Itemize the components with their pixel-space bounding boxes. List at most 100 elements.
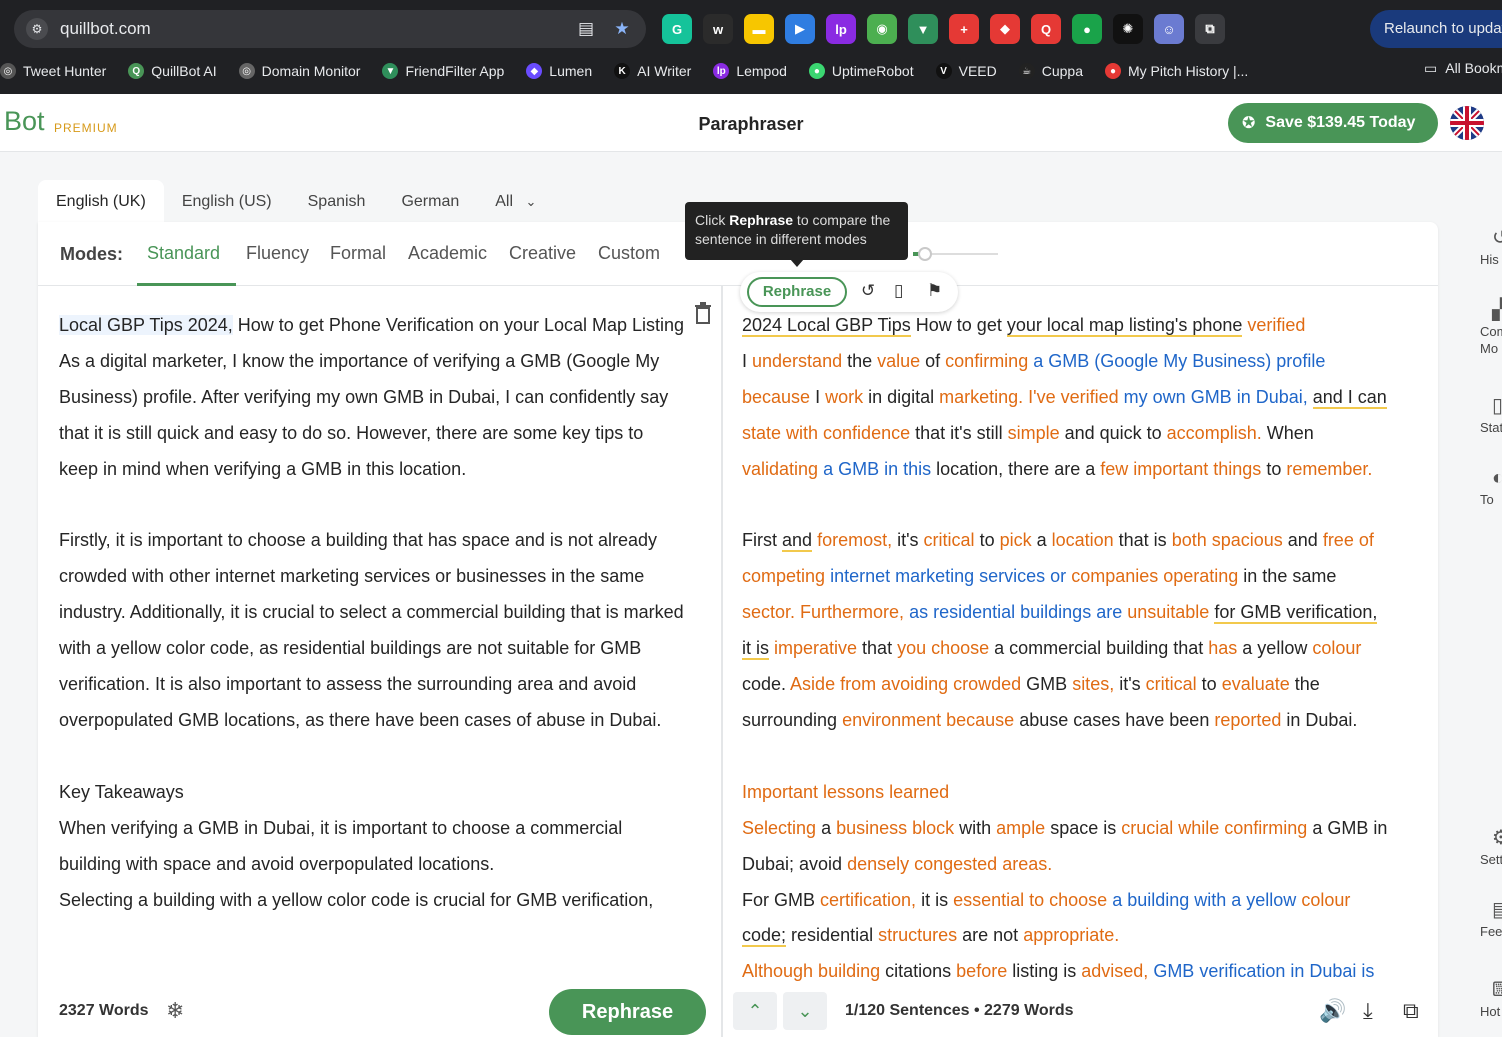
changed-word[interactable]: densely congested areas. (847, 854, 1052, 874)
bookmark-item[interactable]: ● My Pitch History |... (1105, 63, 1248, 79)
bookmark-item[interactable]: ◆ Lumen (526, 63, 592, 79)
uk-flag-icon[interactable] (1450, 106, 1484, 140)
changed-word[interactable]: location (1052, 530, 1114, 550)
speaker-icon[interactable]: 🔊 (1319, 998, 1346, 1024)
rail-item-statistics[interactable]: ▯ Stat (1480, 396, 1502, 436)
structural-change[interactable]: a GMB (Google My Business) profile (1033, 351, 1325, 371)
tab-german[interactable]: German (383, 180, 477, 224)
longest-unchanged-word[interactable]: for GMB verification, (1214, 602, 1378, 625)
address-bar[interactable]: ⚙ quillbot.com ▤ ★ (14, 10, 646, 48)
longest-unchanged-word[interactable]: 2024 Local GBP Tips (742, 315, 911, 337)
rail-item-hotkeys[interactable]: ⌨ Hot (1480, 980, 1502, 1020)
extensions-icon[interactable]: ⧉ (1195, 14, 1225, 44)
changed-word[interactable]: remember. (1286, 459, 1372, 479)
longest-unchanged-word[interactable]: and (782, 530, 813, 553)
changed-word[interactable]: certification, (820, 890, 916, 910)
changed-word[interactable]: colour (1312, 638, 1361, 658)
changed-word[interactable]: advised, (1081, 961, 1148, 981)
changed-word[interactable]: essential to choose (953, 890, 1107, 910)
grammarly-icon[interactable]: G (662, 14, 692, 44)
tab-english-us[interactable]: English (US) (164, 180, 290, 224)
save-offer-button[interactable]: ✪ Save $139.45 Today (1228, 103, 1438, 143)
changed-word[interactable]: Important lessons learned (742, 782, 949, 802)
changed-word[interactable]: sector. Furthermore, (742, 602, 904, 622)
changed-word[interactable]: pick (1000, 530, 1032, 550)
mode-standard[interactable]: Standard (147, 243, 220, 264)
rail-item-compare-modes[interactable]: ▞ Com Mo (1480, 300, 1502, 357)
synonyms-slider-handle[interactable] (918, 247, 932, 261)
changed-word[interactable]: work (825, 387, 863, 407)
site-settings-icon[interactable]: ⚙ (26, 18, 48, 40)
changed-word[interactable]: understand (752, 351, 842, 371)
changed-word[interactable]: Aside from avoiding crowded (790, 674, 1021, 694)
longest-unchanged-word[interactable]: it is (742, 638, 769, 661)
mode-custom[interactable]: Custom (598, 243, 660, 264)
changed-word[interactable]: has (1208, 638, 1237, 658)
changed-word[interactable]: companies operating (1071, 566, 1238, 586)
changed-word[interactable]: state with confidence (742, 423, 910, 443)
bookmark-item[interactable]: ◎ Tweet Hunter (0, 63, 106, 79)
lempod-icon[interactable]: lp (826, 14, 856, 44)
rail-item-history[interactable]: ↺ His (1480, 228, 1502, 268)
structural-change[interactable]: as residential buildings are (909, 602, 1122, 622)
search-red-icon[interactable]: Q (1031, 14, 1061, 44)
copy-icon[interactable]: ⧉ (1403, 998, 1419, 1024)
changed-word[interactable]: colour (1301, 890, 1350, 910)
freeze-words-icon[interactable]: ❄ (166, 998, 184, 1024)
mode-creative[interactable]: Creative (509, 243, 576, 264)
changed-word[interactable]: you choose (897, 638, 989, 658)
address-url[interactable]: quillbot.com (60, 19, 574, 39)
changed-word[interactable]: before (956, 961, 1007, 981)
changed-word[interactable]: because (742, 387, 810, 407)
structural-change[interactable]: internet marketing services or (830, 566, 1066, 586)
changed-word[interactable]: imperative (774, 638, 857, 658)
bookmark-star-icon[interactable]: ★ (610, 17, 634, 41)
changed-word[interactable]: Although building (742, 961, 880, 981)
changed-word[interactable]: foremost, (817, 530, 892, 550)
flag-icon[interactable]: ⚑ (927, 281, 942, 301)
copy-sentence-icon[interactable]: ▯ (894, 281, 903, 301)
changed-word[interactable]: unsuitable (1127, 602, 1209, 622)
changed-word[interactable]: appropriate. (1023, 925, 1119, 945)
rail-item-tone[interactable]: ◐ To (1480, 468, 1502, 508)
changed-word[interactable]: crucial while confirming (1121, 818, 1307, 838)
changed-word[interactable]: Selecting (742, 818, 816, 838)
undo-icon[interactable]: ↺ (861, 281, 875, 301)
changed-word[interactable]: ample (996, 818, 1045, 838)
bookmark-item[interactable]: V VEED (935, 63, 997, 79)
bookmark-item[interactable]: Q QuillBot AI (128, 63, 217, 79)
changed-word[interactable]: accomplish. (1167, 423, 1262, 443)
changed-word[interactable]: structures (878, 925, 957, 945)
mode-formal[interactable]: Formal (330, 243, 386, 264)
longest-unchanged-word[interactable]: your local map listing's phone (1006, 315, 1243, 337)
relaunch-button[interactable]: Relaunch to update (1370, 10, 1502, 48)
record-icon[interactable]: ● (1072, 14, 1102, 44)
rail-item-settings[interactable]: ⚙ Sett (1480, 828, 1502, 868)
changed-word[interactable]: critical (1146, 674, 1197, 694)
filter-icon[interactable]: ▼ (908, 14, 938, 44)
changed-word[interactable]: business block (836, 818, 954, 838)
tab-all-languages[interactable]: All ⌄ (477, 180, 554, 224)
changed-word[interactable]: environment because (842, 710, 1014, 730)
changed-word[interactable]: simple (1008, 423, 1060, 443)
input-text[interactable]: Local GBP Tips 2024, How to get Phone Ve… (59, 308, 687, 918)
bookmark-item[interactable]: lp Lempod (713, 63, 787, 79)
longest-unchanged-word[interactable]: code; (742, 925, 787, 948)
changed-word[interactable]: verified (1247, 315, 1305, 335)
mode-fluency[interactable]: Fluency (246, 243, 309, 264)
output-text[interactable]: 2024 Local GBP Tips How to get your loca… (742, 308, 1422, 990)
changed-word[interactable]: evaluate (1222, 674, 1290, 694)
bookmark-item[interactable]: ◎ Domain Monitor (238, 63, 360, 79)
next-sentence-button[interactable]: ⌄ (783, 992, 827, 1030)
longest-unchanged-word[interactable]: and I can (1312, 386, 1387, 409)
bookmark-item[interactable]: K AI Writer (614, 63, 691, 79)
changed-word[interactable]: critical (924, 530, 975, 550)
changed-word[interactable]: both spacious (1172, 530, 1283, 550)
tab-english-uk[interactable]: English (UK) (38, 180, 164, 224)
tab-spanish[interactable]: Spanish (290, 180, 384, 224)
structural-change[interactable]: GMB verification in Dubai is (1153, 961, 1374, 981)
wordtune-icon[interactable]: w (703, 14, 733, 44)
puzzle-red-icon[interactable]: ◆ (990, 14, 1020, 44)
mode-academic[interactable]: Academic (408, 243, 487, 264)
play-icon[interactable]: ▶ (785, 14, 815, 44)
